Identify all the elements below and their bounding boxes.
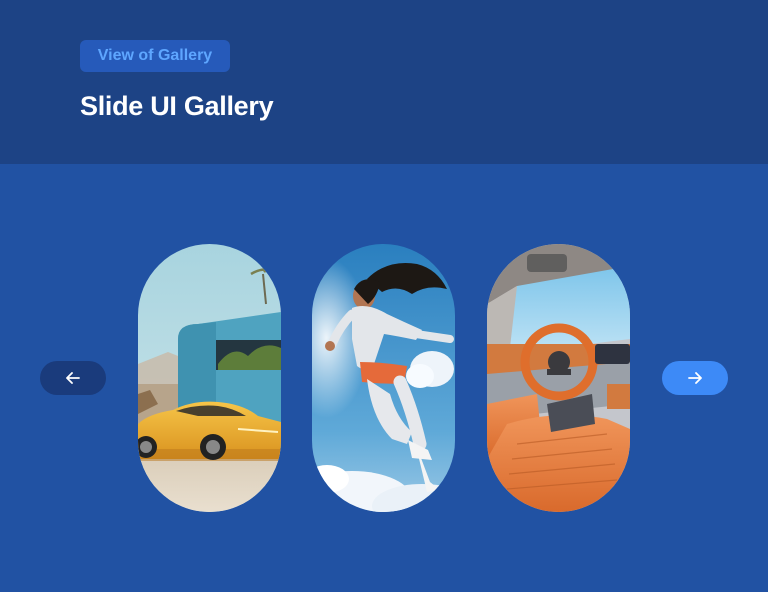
arrow-right-icon [688, 372, 702, 384]
gallery-slide-car-interior[interactable] [487, 244, 630, 512]
page-header: View of Gallery Slide UI Gallery [0, 0, 768, 164]
jumping-woman-image [312, 244, 455, 512]
gallery-slide-car-exterior[interactable] [138, 244, 281, 512]
gallery-slide-jumping-woman[interactable] [312, 244, 455, 512]
next-slide-button[interactable] [662, 361, 728, 395]
view-gallery-badge[interactable]: View of Gallery [80, 40, 230, 72]
car-interior-image [487, 244, 630, 512]
previous-slide-button[interactable] [40, 361, 106, 395]
arrow-left-icon [66, 372, 80, 384]
page-title: Slide UI Gallery [80, 91, 274, 121]
car-exterior-image [138, 244, 281, 512]
